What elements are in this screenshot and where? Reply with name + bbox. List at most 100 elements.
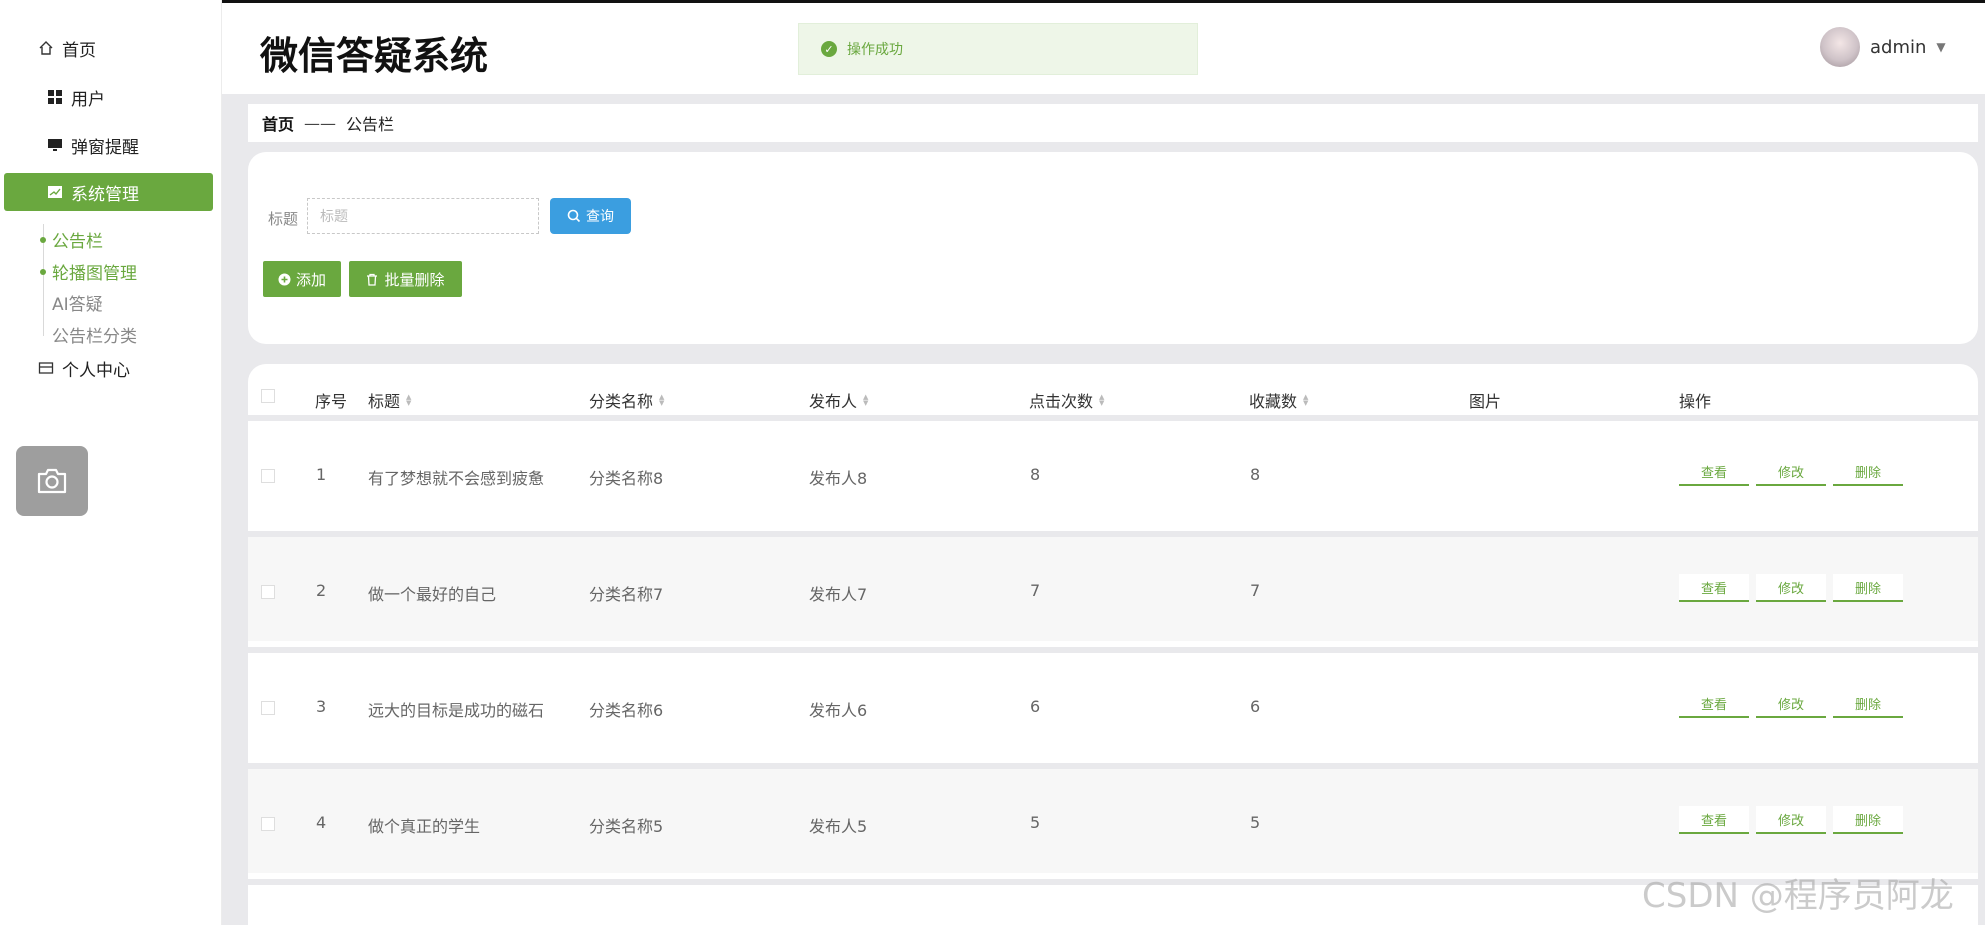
search-input[interactable] <box>307 198 539 234</box>
header-label: 操作 <box>1679 392 1712 411</box>
submenu-item-notice-category[interactable]: 公告栏分类 <box>40 319 210 351</box>
home-icon <box>39 41 53 55</box>
table-row: 1 有了梦想就不会感到疲惫 分类名称8 发布人8 8 8 查看 修改 删除 <box>248 415 1978 525</box>
main-content: 首页 —— 公告栏 标题 查询 添加 批量删除 序号 标题 ▲▼ 分类名称 ▲▼ 发… <box>222 94 1985 925</box>
grid-icon <box>48 90 62 104</box>
cell-title: 做个真正的学生 <box>368 817 481 836</box>
col-header-favorites[interactable]: 收藏数 ▲ ▼ <box>1249 388 1308 412</box>
search-panel: 标题 查询 添加 批量删除 <box>248 152 1978 344</box>
table-row: 2 做一个最好的自己 分类名称7 发布人7 7 7 查看 修改 删除 <box>248 531 1978 641</box>
header-label: 发布人 <box>809 392 858 411</box>
col-header-actions: 操作 <box>1679 388 1711 412</box>
cell-category: 分类名称7 <box>589 585 664 604</box>
card-icon <box>38 362 54 374</box>
monitor-icon <box>48 139 62 151</box>
success-toast: ✓ 操作成功 <box>798 23 1198 75</box>
cell-no: 4 <box>316 813 327 832</box>
sort-icon[interactable]: ▲ ▼ <box>1303 394 1308 407</box>
trash-icon <box>367 273 378 286</box>
table-row: 4 做个真正的学生 分类名称5 发布人5 5 5 查看 修改 删除 <box>248 763 1978 873</box>
sort-icon[interactable]: ▲ ▼ <box>406 394 411 407</box>
cell-clicks: 7 <box>1030 581 1041 600</box>
check-icon: ✓ <box>821 41 837 57</box>
submenu-label: 轮播图管理 <box>52 263 137 284</box>
query-button[interactable]: 查询 <box>550 198 631 234</box>
select-all-checkbox[interactable] <box>261 389 275 403</box>
plus-circle-icon <box>278 273 291 285</box>
view-button[interactable]: 查看 <box>1679 806 1749 834</box>
row-checkbox[interactable] <box>261 469 275 483</box>
query-button-label: 查询 <box>586 209 614 225</box>
sort-icon[interactable]: ▲ ▼ <box>659 394 664 407</box>
add-button[interactable]: 添加 <box>263 261 341 297</box>
data-table: 序号 标题 ▲ ▼ 分类名称 ▲ ▼ 发布人 ▲ ▼ 点击次数 ▲ ▼ 收藏数 ▲ ▼ 图片 操作 … <box>248 364 1978 925</box>
cell-publisher: 发布人6 <box>809 701 868 720</box>
view-button[interactable]: 查看 <box>1679 690 1749 718</box>
bulk-delete-button[interactable]: 批量删除 <box>349 261 462 297</box>
cell-clicks: 8 <box>1030 465 1041 484</box>
col-header-clicks[interactable]: 点击次数 ▲ ▼ <box>1029 388 1104 412</box>
cell-no: 1 <box>316 465 327 484</box>
sort-icon[interactable]: ▲ ▼ <box>1099 394 1104 407</box>
col-header-category[interactable]: 分类名称 ▲ ▼ <box>589 388 664 412</box>
cell-no: 2 <box>316 581 327 600</box>
app-title: 微信答疑系统 <box>260 34 489 78</box>
cell-publisher: 发布人5 <box>809 817 868 836</box>
cell-category: 分类名称8 <box>589 469 664 488</box>
view-button[interactable]: 查看 <box>1679 574 1749 602</box>
sidebar-item-personal-center[interactable]: 个人中心 <box>38 349 198 387</box>
top-header: 微信答疑系统 ✓ 操作成功 admin ▼ <box>222 0 1985 94</box>
header-label: 分类名称 <box>589 392 654 411</box>
delete-button[interactable]: 删除 <box>1833 458 1903 486</box>
submenu-system-management: 公告栏 轮播图管理 AI答疑 公告栏分类 <box>40 224 210 350</box>
header-label: 标题 <box>368 392 401 411</box>
breadcrumb-home[interactable]: 首页 <box>262 111 294 135</box>
delete-button[interactable]: 删除 <box>1833 690 1903 718</box>
cell-title: 有了梦想就不会感到疲惫 <box>368 469 545 488</box>
sidebar-item-popup-reminder[interactable]: 弹窗提醒 <box>47 126 207 164</box>
header-label: 点击次数 <box>1029 392 1094 411</box>
submenu-label: 公告栏 <box>52 232 103 253</box>
delete-button[interactable]: 删除 <box>1833 806 1903 834</box>
bulk-delete-label: 批量删除 <box>384 270 445 289</box>
submenu-label: AI答疑 <box>52 295 103 316</box>
view-button[interactable]: 查看 <box>1679 458 1749 486</box>
edit-button[interactable]: 修改 <box>1756 574 1826 602</box>
camera-button[interactable] <box>16 446 88 516</box>
sidebar-item-system-management[interactable]: 系统管理 <box>4 173 213 211</box>
breadcrumb-current: 公告栏 <box>346 115 395 134</box>
toast-text: 操作成功 <box>847 42 903 58</box>
submenu-item-notice-board[interactable]: 公告栏 <box>40 224 210 256</box>
submenu-item-carousel-management[interactable]: 轮播图管理 <box>40 256 210 288</box>
row-checkbox[interactable] <box>261 585 275 599</box>
edit-button[interactable]: 修改 <box>1756 806 1826 834</box>
cell-title: 远大的目标是成功的磁石 <box>368 701 545 720</box>
user-menu[interactable]: admin ▼ <box>1820 27 1946 67</box>
sidebar-item-home[interactable]: 首页 <box>38 29 198 67</box>
edit-button[interactable]: 修改 <box>1756 458 1826 486</box>
submenu-item-ai-qa[interactable]: AI答疑 <box>40 287 210 319</box>
header-label: 序号 <box>315 392 348 411</box>
cell-favorites: 6 <box>1250 697 1261 716</box>
breadcrumb: 首页 —— 公告栏 <box>248 104 1978 142</box>
cell-favorites: 5 <box>1250 813 1261 832</box>
col-header-title[interactable]: 标题 ▲ ▼ <box>368 388 411 412</box>
cell-clicks: 5 <box>1030 813 1041 832</box>
chart-icon <box>48 186 62 198</box>
row-checkbox[interactable] <box>261 701 275 715</box>
sidebar-item-users[interactable]: 用户 <box>47 78 207 116</box>
edit-button[interactable]: 修改 <box>1756 690 1826 718</box>
caret-down-icon: ▼ <box>1936 40 1946 54</box>
col-header-publisher[interactable]: 发布人 ▲ ▼ <box>809 388 868 412</box>
sidebar-item-label: 用户 <box>71 89 105 110</box>
search-label: 标题 <box>268 210 299 228</box>
header-label: 收藏数 <box>1249 392 1298 411</box>
cell-publisher: 发布人8 <box>809 469 868 488</box>
breadcrumb-separator: —— <box>304 113 337 133</box>
sort-icon[interactable]: ▲ ▼ <box>863 394 868 407</box>
cell-favorites: 8 <box>1250 465 1261 484</box>
delete-button[interactable]: 删除 <box>1833 574 1903 602</box>
sidebar: 首页 用户 弹窗提醒 系统管理 公告栏 轮播图管理 AI答疑 公告栏分类 个人中… <box>0 0 222 925</box>
row-checkbox[interactable] <box>261 817 275 831</box>
search-icon <box>567 209 581 223</box>
